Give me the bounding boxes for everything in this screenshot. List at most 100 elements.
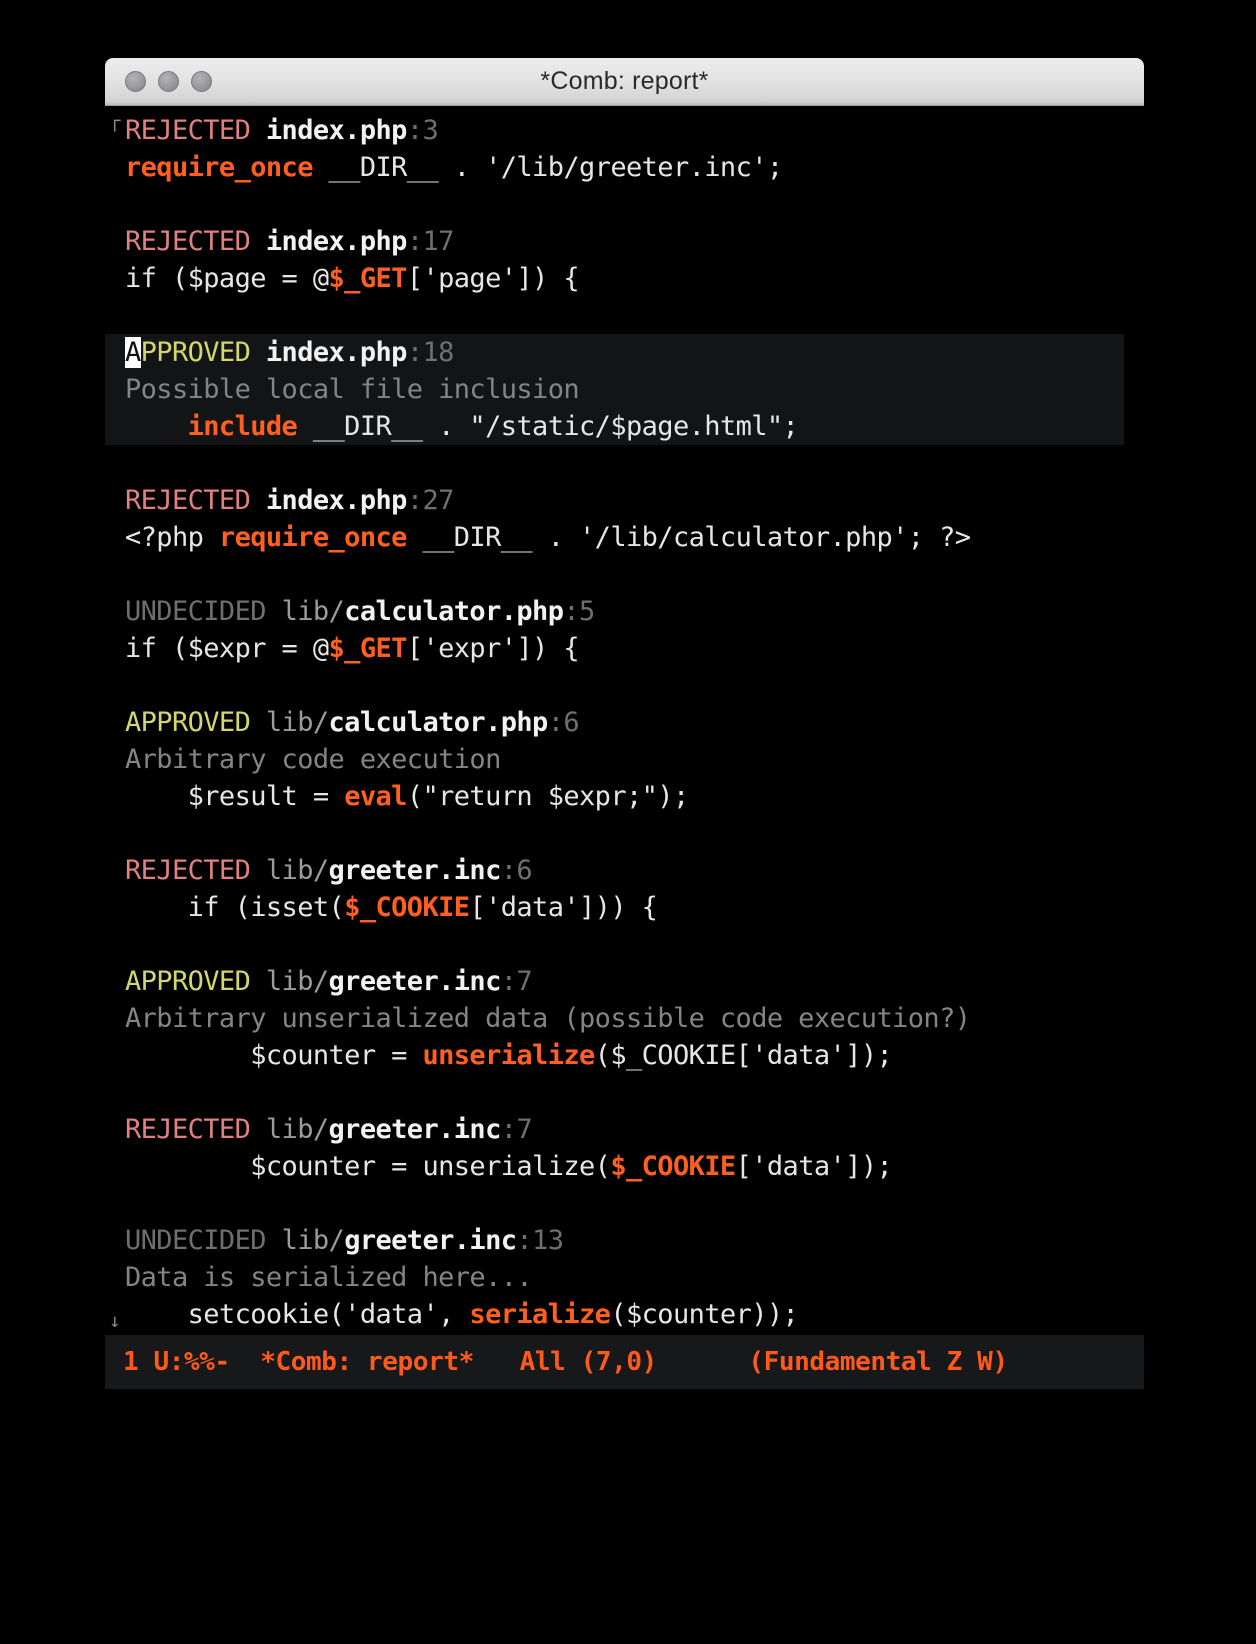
code-text: ['data'])) { <box>469 892 658 923</box>
entry-line-number: :7 <box>500 966 533 997</box>
window-title-bar[interactable]: *Comb: report* <box>105 58 1144 106</box>
report-entry[interactable]: REJECTED index.php:27 <?php require_once … <box>105 482 1144 556</box>
report-entry[interactable]: APPROVED index.php:18 Possible local file… <box>105 334 1124 445</box>
entry-spacer <box>105 926 1144 963</box>
verdict-label[interactable]: APPROVED <box>125 966 251 997</box>
entry-filename[interactable]: index.php <box>266 115 408 146</box>
report-entry[interactable]: REJECTED lib/greeter.inc:7 $counter = un… <box>105 1111 1144 1185</box>
report-entry[interactable]: APPROVED lib/greeter.inc:7 Arbitrary unse… <box>105 963 1144 1074</box>
entry-spacer <box>105 445 1144 482</box>
entry-code-line: include __DIR__ . "/static/$page.html"; <box>105 408 1124 445</box>
entry-directory: lib/ <box>265 966 329 997</box>
verdict-label[interactable]: REJECTED <box>125 855 251 886</box>
verdict-label[interactable]: APPROVED <box>125 337 251 368</box>
code-text: setcookie('data', <box>125 1299 470 1330</box>
verdict-label[interactable]: REJECTED <box>125 1114 251 1145</box>
entry-line-number: :5 <box>563 596 595 627</box>
entry-header[interactable]: APPROVED lib/calculator.php:6 <box>105 704 1144 741</box>
code-keyword: $_GET <box>328 633 408 664</box>
code-keyword: $_COOKIE <box>610 1151 736 1182</box>
entry-filename[interactable]: greeter.inc <box>344 1225 517 1256</box>
entry-filename[interactable]: greeter.inc <box>329 855 502 886</box>
entry-directory: lib/ <box>265 855 329 886</box>
entry-filename[interactable]: greeter.inc <box>329 1114 502 1145</box>
entry-header[interactable]: APPROVED index.php:18 <box>105 334 1124 371</box>
entry-spacer <box>105 186 1144 223</box>
report-entry-list: REJECTED index.php:3 require_once __DIR__… <box>105 106 1144 1335</box>
entry-code-line: require_once __DIR__ . '/lib/greeter.inc… <box>105 149 1144 186</box>
entry-spacer <box>105 1185 1144 1222</box>
entry-code-line: $counter = unserialize($_COOKIE['data'])… <box>105 1037 1144 1074</box>
entry-header[interactable]: REJECTED index.php:17 <box>105 223 1144 260</box>
entry-filename[interactable]: calculator.php <box>329 707 549 738</box>
entry-line-number: :27 <box>406 485 455 516</box>
code-text: <?php <box>125 522 219 553</box>
report-entry[interactable]: APPROVED lib/calculator.php:6 Arbitrary c… <box>105 704 1144 815</box>
code-keyword: eval <box>344 781 407 812</box>
entry-code-line: if (isset($_COOKIE['data'])) { <box>105 889 1144 926</box>
code-text: ['page']) { <box>406 263 580 294</box>
entry-line-number: :18 <box>406 337 455 368</box>
entry-header[interactable]: UNDECIDED lib/greeter.inc:13 <box>105 1222 1144 1259</box>
entry-code-line: if ($expr = @$_GET['expr']) { <box>105 630 1144 667</box>
report-entry[interactable]: UNDECIDED lib/greeter.inc:13 Data is seri… <box>105 1222 1144 1333</box>
entry-line-number: :6 <box>547 707 580 738</box>
verdict-label[interactable]: REJECTED <box>125 115 251 146</box>
entry-header[interactable]: APPROVED lib/greeter.inc:7 <box>105 963 1144 1000</box>
code-keyword: serialize <box>469 1299 611 1330</box>
report-entry[interactable]: REJECTED lib/greeter.inc:6 if (isset($_C… <box>105 852 1144 926</box>
code-text: ['data']); <box>735 1151 893 1182</box>
code-text: ($counter)); <box>610 1299 799 1330</box>
entry-header[interactable]: REJECTED lib/greeter.inc:7 <box>105 1111 1144 1148</box>
verdict-label[interactable]: REJECTED <box>125 226 251 257</box>
entry-line-number: :6 <box>500 855 533 886</box>
code-text: ("return $expr;"); <box>406 781 689 812</box>
emacs-window: *Comb: report* ┌ REJECTED index.php:3 req… <box>105 58 1144 1389</box>
entry-directory: lib/ <box>265 1114 329 1145</box>
text-cursor: A <box>125 337 141 368</box>
verdict-label[interactable]: REJECTED <box>125 485 251 516</box>
code-text: if ($page = @ <box>125 263 329 294</box>
report-entry[interactable]: REJECTED index.php:3 require_once __DIR__… <box>105 112 1144 186</box>
code-text: ($_COOKIE['data']); <box>594 1040 893 1071</box>
entry-filename[interactable]: index.php <box>266 226 408 257</box>
code-text: $result = <box>125 781 345 812</box>
entry-note: Possible local file inclusion <box>125 374 580 405</box>
entry-spacer <box>105 1074 1144 1111</box>
window-title: *Comb: report* <box>540 67 709 95</box>
entry-filename[interactable]: greeter.inc <box>329 966 502 997</box>
entry-spacer <box>105 667 1144 704</box>
code-keyword: require_once <box>125 152 313 183</box>
code-text: __DIR__ . '/lib/calculator.php'; ?> <box>406 522 971 553</box>
entry-header[interactable]: REJECTED index.php:27 <box>105 482 1144 519</box>
report-entry[interactable]: REJECTED index.php:17 if ($page = @$_GET[… <box>105 223 1144 297</box>
verdict-label[interactable]: UNDECIDED <box>125 1225 267 1256</box>
entry-line-number: :17 <box>406 226 455 257</box>
entry-line-number: :13 <box>516 1225 564 1256</box>
code-text: ['expr']) { <box>406 633 580 664</box>
report-entry[interactable]: UNDECIDED lib/calculator.php:5 if ($expr … <box>105 593 1144 667</box>
entry-header[interactable]: REJECTED index.php:3 <box>105 112 1144 149</box>
entry-directory: lib/ <box>265 707 329 738</box>
code-text: __DIR__ . '/lib/greeter.inc'; <box>312 152 784 183</box>
entry-spacer <box>105 815 1144 852</box>
entry-code-line: <?php require_once __DIR__ . '/lib/calcu… <box>105 519 1144 556</box>
entry-filename[interactable]: index.php <box>266 485 408 516</box>
code-text: __DIR__ . "/static/$page.html"; <box>297 411 799 442</box>
entry-header[interactable]: REJECTED lib/greeter.inc:6 <box>105 852 1144 889</box>
code-keyword: unserialize <box>422 1040 595 1071</box>
entry-code-line: $result = eval("return $expr;"); <box>105 778 1144 815</box>
verdict-label[interactable]: UNDECIDED <box>125 596 267 627</box>
code-text: if (isset( <box>125 892 345 923</box>
entry-note: Arbitrary unserialized data (possible co… <box>125 1003 971 1034</box>
entry-spacer <box>105 297 1144 334</box>
entry-filename[interactable]: calculator.php <box>344 596 564 627</box>
entry-code-line: $counter = unserialize($_COOKIE['data'])… <box>105 1148 1144 1185</box>
verdict-label[interactable]: APPROVED <box>125 707 251 738</box>
report-buffer[interactable]: ┌ REJECTED index.php:3 require_once __DIR… <box>105 106 1144 1335</box>
entry-header[interactable]: UNDECIDED lib/calculator.php:5 <box>105 593 1144 630</box>
entry-filename[interactable]: index.php <box>266 337 408 368</box>
buffer-continues-fringe-icon: ↓ <box>109 1310 121 1332</box>
entry-note: Data is serialized here... <box>125 1262 533 1293</box>
